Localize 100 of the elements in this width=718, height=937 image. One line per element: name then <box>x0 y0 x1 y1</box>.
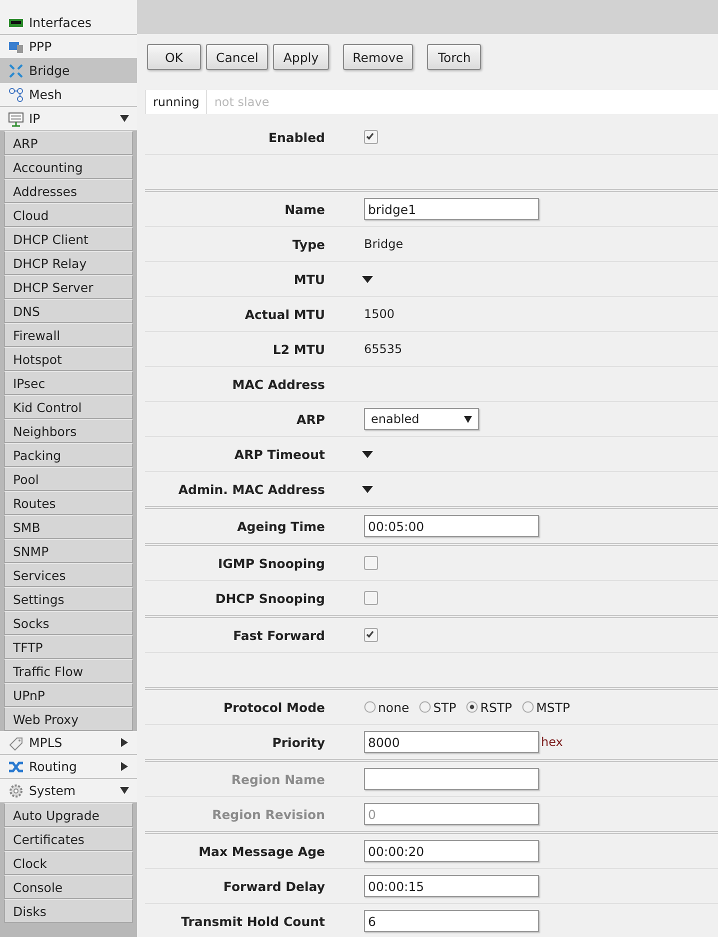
sidebar-subitem[interactable]: Packing <box>4 443 133 467</box>
sidebar-item[interactable]: Bridge <box>0 59 137 83</box>
toolbar-button[interactable]: Torch <box>427 44 482 70</box>
sidebar-subitem[interactable]: Pool <box>4 467 133 491</box>
dropdown[interactable]: enabled <box>364 408 479 430</box>
sidebar-item[interactable]: MPLS <box>0 731 137 755</box>
field-label: Actual MTU <box>244 306 325 322</box>
radio-icon <box>522 701 534 713</box>
field-label: MAC Address <box>231 376 325 392</box>
field-label: IGMP Snooping <box>216 556 325 570</box>
status-text: running <box>145 90 206 114</box>
checkbox[interactable] <box>364 130 378 144</box>
caret-icon[interactable] <box>362 450 373 458</box>
toolbar-button[interactable]: Remove <box>342 44 414 70</box>
input-field[interactable]: 8000 <box>364 731 539 753</box>
radio-option[interactable]: STP <box>419 700 456 714</box>
menu-icon <box>8 734 24 750</box>
caret-icon <box>464 416 472 422</box>
sidebar-subitem[interactable]: Accounting <box>4 155 133 179</box>
toolbar-button[interactable]: Apply <box>273 44 329 70</box>
radio-icon <box>364 701 376 713</box>
sidebar-item[interactable]: Interfaces <box>0 11 137 35</box>
sidebar-subitem[interactable]: Console <box>4 875 133 899</box>
field-label: Type <box>291 236 325 252</box>
input-field[interactable]: 00:00:20 <box>364 840 539 862</box>
sidebar-subitem[interactable]: Socks <box>4 611 133 635</box>
field-value: 1500 <box>364 307 395 321</box>
sidebar-item[interactable]: Routing <box>0 755 137 779</box>
sidebar-subitem[interactable]: DHCP Client <box>4 227 133 251</box>
sidebar-subitem[interactable]: Traffic Flow <box>4 659 133 683</box>
collapse-arrow-icon[interactable] <box>120 114 129 123</box>
input-field[interactable]: bridge1 <box>364 198 539 220</box>
sidebar-item[interactable]: PPP <box>0 35 137 59</box>
radio-option[interactable]: RSTP <box>466 700 512 714</box>
menu-icon <box>8 86 24 102</box>
sidebar-subitem[interactable]: SMB <box>4 515 133 539</box>
sidebar-subitem[interactable]: Cloud <box>4 203 133 227</box>
toolbar-button[interactable]: Cancel <box>206 44 268 70</box>
sidebar-subitem[interactable]: TFTP <box>4 635 133 659</box>
input-field[interactable] <box>364 768 539 790</box>
sidebar-subitem[interactable]: IPsec <box>4 371 133 395</box>
sidebar-subitem[interactable]: Settings <box>4 587 133 611</box>
field-label: Fast Forward <box>232 628 325 642</box>
radio-option[interactable]: none <box>364 700 410 714</box>
field-label: Forward Delay <box>222 878 325 894</box>
field-label: DHCP Snooping <box>214 590 325 606</box>
sidebar-subitem[interactable]: Certificates <box>4 827 133 851</box>
checkbox[interactable] <box>364 628 378 642</box>
field-label: ARP <box>296 412 325 426</box>
sidebar-subitem[interactable]: DHCP Server <box>4 275 133 299</box>
input-field[interactable]: 00:05:00 <box>364 515 539 537</box>
sidebar-subitem[interactable]: Clock <box>4 851 133 875</box>
field-value: Bridge <box>364 237 404 251</box>
sidebar-item[interactable]: IP <box>0 107 137 131</box>
check-icon <box>364 130 376 142</box>
status-text: not slave <box>206 90 276 114</box>
field-label: Protocol Mode <box>222 700 325 714</box>
field-label: Region Revision <box>211 806 325 822</box>
sidebar-subitem[interactable]: DHCP Relay <box>4 251 133 275</box>
radio-icon <box>419 701 432 713</box>
sidebar-subitem[interactable]: Neighbors <box>4 419 133 443</box>
unit-label: hex <box>541 735 563 749</box>
input-field[interactable]: 6 <box>364 910 539 932</box>
caret-icon[interactable] <box>362 276 373 282</box>
sidebar-subitem[interactable]: Firewall <box>4 323 133 347</box>
sidebar-subitem[interactable]: ARP <box>4 131 133 155</box>
sidebar-subitem[interactable]: Addresses <box>4 179 133 203</box>
expand-arrow-icon[interactable] <box>120 762 129 771</box>
sidebar-subitem[interactable]: Web Proxy <box>4 707 133 731</box>
sidebar-subitem[interactable]: SNMP <box>4 539 133 563</box>
sidebar-subitem[interactable]: Kid Control <box>4 395 133 419</box>
sidebar-item[interactable]: System <box>0 779 137 803</box>
field-label: ARP Timeout <box>233 446 325 462</box>
field-label: Enabled <box>267 130 325 144</box>
field-label: Region Name <box>230 772 325 786</box>
radio-option[interactable]: MSTP <box>522 700 570 714</box>
input-field[interactable]: 00:00:15 <box>364 875 539 897</box>
menu-icon <box>8 782 24 798</box>
sidebar-item[interactable]: Mesh <box>0 83 137 107</box>
sidebar-subitem[interactable]: Routes <box>4 491 133 515</box>
sidebar-subitem[interactable]: UPnP <box>4 683 133 707</box>
collapse-arrow-icon[interactable] <box>120 786 129 795</box>
field-label: Name <box>284 202 325 216</box>
sidebar-subitem[interactable]: Auto Upgrade <box>4 803 133 827</box>
sidebar-subitem[interactable]: Hotspot <box>4 347 133 371</box>
radio-icon <box>466 701 478 713</box>
field-label: Ageing Time <box>236 518 325 534</box>
check-icon <box>364 628 376 640</box>
caret-icon[interactable] <box>362 486 373 492</box>
checkbox[interactable] <box>364 591 378 605</box>
toolbar-button[interactable]: OK <box>147 44 201 70</box>
sidebar-subitem[interactable]: Services <box>4 563 133 587</box>
field-label: Admin. MAC Address <box>177 482 325 496</box>
field-label: Max Message Age <box>198 844 325 858</box>
sidebar-subitem[interactable]: DNS <box>4 299 133 323</box>
expand-arrow-icon[interactable] <box>120 738 129 747</box>
menu-icon <box>8 110 24 126</box>
sidebar-subitem[interactable]: Disks <box>4 899 133 923</box>
field-label: MTU <box>292 272 325 286</box>
checkbox[interactable] <box>364 556 378 570</box>
